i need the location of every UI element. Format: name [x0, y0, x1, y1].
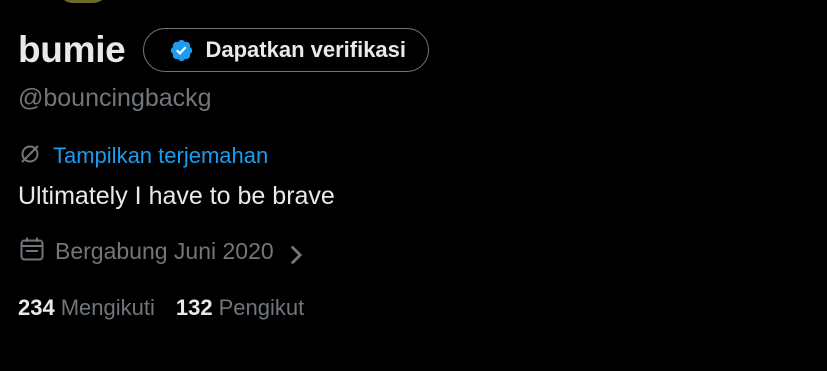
calendar-icon — [18, 235, 46, 268]
profile-handle: @bouncingbackg — [18, 84, 212, 112]
translate-icon — [18, 142, 42, 171]
joined-date-row[interactable]: Bergabung Juni 2020 — [18, 235, 302, 268]
get-verified-button[interactable]: Dapatkan verifikasi — [143, 28, 430, 72]
get-verified-label: Dapatkan verifikasi — [205, 37, 407, 62]
profile-bio: Ultimately I have to be brave — [18, 182, 335, 210]
followers-label: Pengikut — [218, 295, 305, 320]
avatar[interactable] — [58, 0, 108, 3]
following-link[interactable]: 234 Mengikuti — [18, 295, 155, 321]
followers-count: 132 — [175, 295, 213, 320]
show-translation-link[interactable]: Tampilkan terjemahan — [53, 143, 268, 169]
verified-badge-icon — [169, 38, 194, 63]
show-translation-row[interactable]: Tampilkan terjemahan — [18, 142, 268, 170]
chevron-right-icon — [282, 241, 302, 265]
following-label: Mengikuti — [60, 295, 155, 320]
profile-name-row: bumie Dapatkan verifikasi — [18, 26, 430, 74]
following-count: 234 — [18, 295, 55, 320]
follow-stats: 234 Mengikuti 132 Pengikut — [18, 292, 304, 324]
joined-date-text: Bergabung Juni 2020 — [55, 237, 274, 264]
display-name: bumie — [18, 29, 126, 70]
followers-link[interactable]: 132 Pengikut — [176, 295, 304, 321]
